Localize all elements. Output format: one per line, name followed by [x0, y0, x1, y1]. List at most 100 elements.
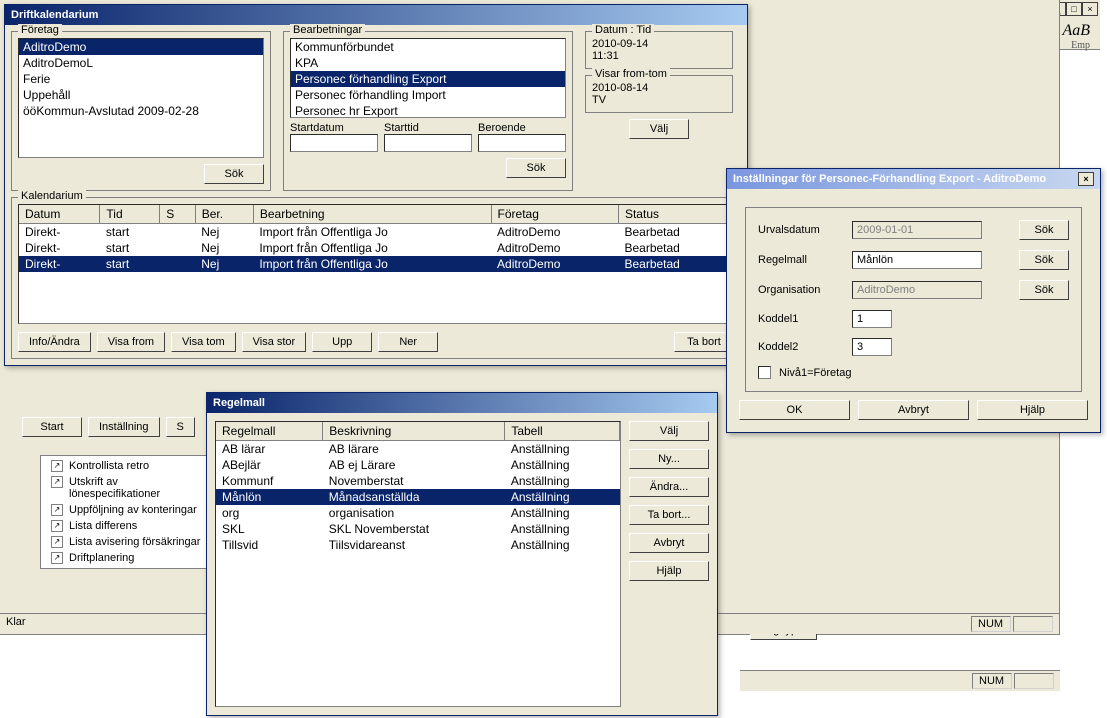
status-empty	[1013, 616, 1053, 632]
table-row[interactable]: orgorganisationAnställning	[216, 505, 620, 521]
urvalsdatum-sok-button[interactable]: Sök	[1019, 220, 1069, 240]
regel-tabort-button[interactable]: Ta bort...	[629, 505, 709, 525]
bearb-label: Bearbetningar	[290, 24, 365, 36]
visar-label: Visar from-tom	[592, 68, 670, 80]
visa-from-button[interactable]: Visa from	[97, 332, 165, 352]
organisation-sok-button[interactable]: Sök	[1019, 280, 1069, 300]
status-klar: Klar	[6, 616, 26, 632]
beroende-label: Beroende	[478, 122, 566, 134]
regel-hjalp-button[interactable]: Hjälp	[629, 561, 709, 581]
s-button[interactable]: S	[166, 417, 195, 437]
list-item[interactable]: Personec förhandling Import	[291, 87, 565, 103]
installning-button[interactable]: Inställning	[88, 417, 160, 437]
table-header[interactable]: Tabell	[505, 422, 620, 441]
koddel2-input[interactable]	[852, 338, 892, 356]
style-label-aab: AaB	[1062, 22, 1090, 39]
table-row[interactable]: MånlönMånadsanställdaAnställning	[216, 489, 620, 505]
table-header[interactable]: Bearbetning	[253, 205, 491, 224]
urvalsdatum-label: Urvalsdatum	[758, 224, 848, 236]
hjalp-button[interactable]: Hjälp	[977, 400, 1088, 420]
table-header[interactable]: Företag	[491, 205, 618, 224]
koddel2-label: Koddel2	[758, 341, 848, 353]
upp-button[interactable]: Upp	[312, 332, 372, 352]
table-row[interactable]: ABejlärAB ej LärareAnställning	[216, 457, 620, 473]
status-num: NUM	[971, 616, 1011, 632]
starttid-input[interactable]	[384, 134, 472, 152]
installningar-title: Inställningar för Personec-Förhandling E…	[733, 173, 1046, 185]
niva-checkbox[interactable]	[758, 366, 771, 379]
list-item[interactable]: Kommunförbundet	[291, 39, 565, 55]
ner-button[interactable]: Ner	[378, 332, 438, 352]
tree-item[interactable]: Kontrollista retro	[41, 458, 209, 474]
table-row[interactable]: KommunfNovemberstatAnställning	[216, 473, 620, 489]
status-num-outer: NUM	[972, 673, 1012, 689]
startdatum-input[interactable]	[290, 134, 378, 152]
regelmall-input[interactable]	[852, 251, 982, 269]
table-row[interactable]: SKLSKL NovemberstatAnställning	[216, 521, 620, 537]
info-andra-button[interactable]: Info/Ändra	[18, 332, 91, 352]
organisation-label: Organisation	[758, 284, 848, 296]
list-item[interactable]: Ferie	[19, 71, 263, 87]
urvalsdatum-input	[852, 221, 982, 239]
maximize-button[interactable]: □	[1066, 2, 1082, 16]
startdatum-label: Startdatum	[290, 122, 378, 134]
koddel1-label: Koddel1	[758, 313, 848, 325]
valj-button[interactable]: Välj	[629, 119, 689, 139]
table-row[interactable]: AB lärarAB lärareAnställning	[216, 441, 620, 458]
table-header[interactable]: Regelmall	[216, 422, 323, 441]
table-header[interactable]: Tid	[100, 205, 160, 224]
tabort-button[interactable]: Ta bort	[674, 332, 734, 352]
table-row[interactable]: TillsvidTiilsvidareanstAnställning	[216, 537, 620, 553]
datumtid-label: Datum : Tid	[592, 24, 654, 36]
tree-item[interactable]: Lista differens	[41, 518, 209, 534]
regel-valj-button[interactable]: Välj	[629, 421, 709, 441]
kalendarium-table[interactable]: DatumTidSBer.BearbetningFöretagStatus Di…	[19, 205, 733, 272]
regelmall-label: Regelmall	[758, 254, 848, 266]
beroende-input[interactable]	[478, 134, 566, 152]
tree-item[interactable]: Lista avisering försäkringar	[41, 534, 209, 550]
tree-item[interactable]: Utskrift av lönespecifikationer	[41, 474, 209, 502]
starttid-label: Starttid	[384, 122, 472, 134]
list-item[interactable]: ööKommun-Avslutad 2009-02-28	[19, 103, 263, 119]
close-icon[interactable]: ×	[1078, 172, 1094, 186]
regel-andra-button[interactable]: Ändra...	[629, 477, 709, 497]
list-item[interactable]: KPA	[291, 55, 565, 71]
regel-ny-button[interactable]: Ny...	[629, 449, 709, 469]
tree-item[interactable]: Uppföljning av konteringar	[41, 502, 209, 518]
niva-label: Nivå1=Företag	[779, 367, 851, 379]
table-header[interactable]: S	[160, 205, 196, 224]
avbryt-button[interactable]: Avbryt	[858, 400, 969, 420]
list-item[interactable]: Uppehåll	[19, 87, 263, 103]
bearb-sok-button[interactable]: Sök	[506, 158, 566, 178]
regel-avbryt-button[interactable]: Avbryt	[629, 533, 709, 553]
regelmall-sok-button[interactable]: Sök	[1019, 250, 1069, 270]
list-item[interactable]: Personec förhandling Export	[291, 71, 565, 87]
visar-tv: TV	[592, 94, 726, 106]
table-row[interactable]: Direkt-startNejImport från Offentliga Jo…	[19, 256, 733, 272]
visa-tom-button[interactable]: Visa tom	[171, 332, 236, 352]
table-row[interactable]: Direkt-startNejImport från Offentliga Jo…	[19, 224, 733, 241]
start-button[interactable]: Start	[22, 417, 82, 437]
bearb-listbox[interactable]: KommunförbundetKPAPersonec förhandling E…	[290, 38, 566, 118]
datum-value: 2010-09-14	[592, 38, 726, 50]
koddel1-input[interactable]	[852, 310, 892, 328]
kalendarium-label: Kalendarium	[18, 190, 86, 202]
foretag-listbox[interactable]: AditroDemoAditroDemoLFerieUppehållööKomm…	[18, 38, 264, 158]
table-header[interactable]: Status	[618, 205, 732, 224]
organisation-input	[852, 281, 982, 299]
table-header[interactable]: Beskrivning	[323, 422, 505, 441]
regelmall-table[interactable]: RegelmallBeskrivningTabell AB lärarAB lä…	[216, 422, 620, 553]
table-header[interactable]: Ber.	[195, 205, 253, 224]
status-empty-outer	[1014, 673, 1054, 689]
list-item[interactable]: Personec hr Export	[291, 103, 565, 118]
ok-button[interactable]: OK	[739, 400, 850, 420]
foretag-label: Företag	[18, 24, 62, 36]
table-header[interactable]: Datum	[19, 205, 100, 224]
list-item[interactable]: AditroDemoL	[19, 55, 263, 71]
list-item[interactable]: AditroDemo	[19, 39, 263, 55]
foretag-sok-button[interactable]: Sök	[204, 164, 264, 184]
close-button[interactable]: ×	[1082, 2, 1098, 16]
tree-item[interactable]: Driftplanering	[41, 550, 209, 566]
table-row[interactable]: Direkt-startNejImport från Offentliga Jo…	[19, 240, 733, 256]
visa-stor-button[interactable]: Visa stor	[242, 332, 307, 352]
